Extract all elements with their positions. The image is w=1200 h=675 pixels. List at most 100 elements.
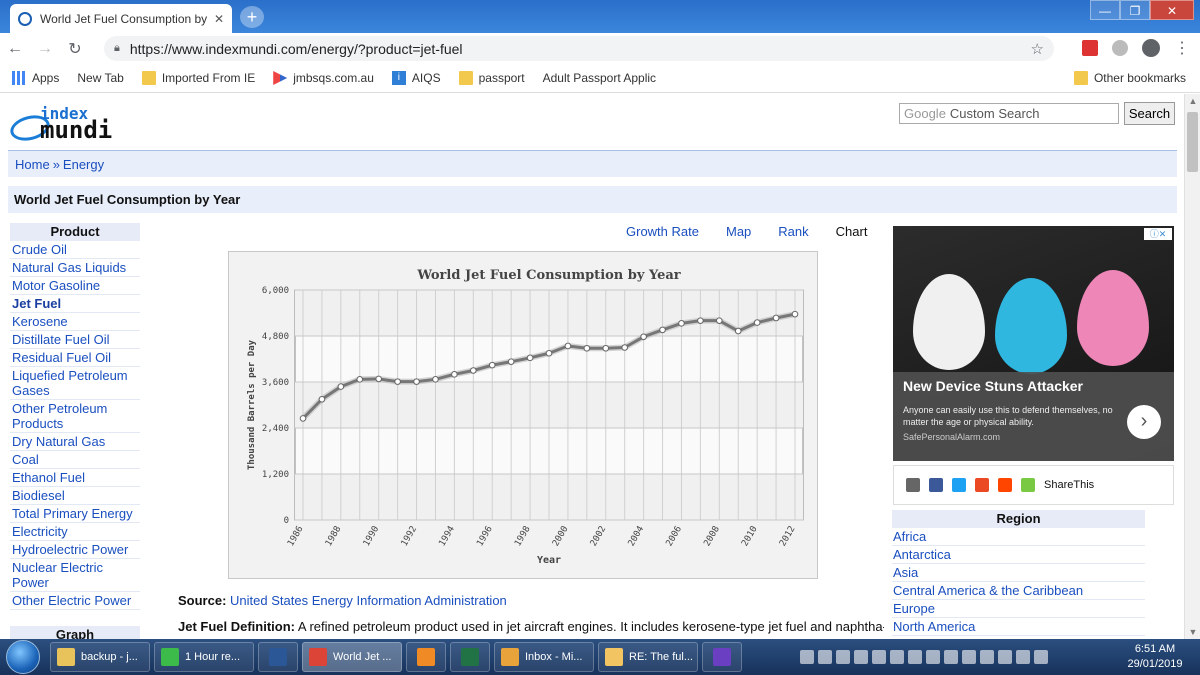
tray-icon[interactable] xyxy=(926,650,940,664)
region-item-antarctica[interactable]: Antarctica xyxy=(892,546,1145,564)
page-scrollbar[interactable]: ▲ ▼ xyxy=(1184,94,1200,639)
region-item-africa[interactable]: Africa xyxy=(892,528,1145,546)
forward-arrow-icon[interactable]: → xyxy=(30,40,60,58)
browser-tab[interactable]: World Jet Fuel Consumption by Y ✕ xyxy=(10,4,232,33)
sidebar-item-residual-fuel-oil[interactable]: Residual Fuel Oil xyxy=(10,349,140,367)
sharethis-label[interactable]: ShareThis xyxy=(1044,479,1094,491)
more-menu-icon[interactable]: ⋮ xyxy=(1174,38,1190,58)
tab-growth-rate[interactable]: Growth Rate xyxy=(626,224,699,239)
taskbar-app-media-player[interactable] xyxy=(406,642,446,672)
taskbar-app-outlook[interactable]: Inbox - Mi... xyxy=(494,642,594,672)
scroll-down-arrow-icon[interactable]: ▼ xyxy=(1185,625,1200,639)
region-item-central-america-the-caribbean[interactable]: Central America & the Caribbean xyxy=(892,582,1145,600)
region-item-asia[interactable]: Asia xyxy=(892,564,1145,582)
address-bar[interactable]: 🔒︎ https://www.indexmundi.com/energy/?pr… xyxy=(104,36,1054,61)
reddit-icon[interactable] xyxy=(998,478,1012,492)
tray-icon[interactable] xyxy=(818,650,832,664)
taskbar-app-mail[interactable]: RE: The ful... xyxy=(598,642,698,672)
maximize-button[interactable]: ❐ xyxy=(1120,0,1150,20)
start-button[interactable] xyxy=(6,640,40,674)
bookmark-apps[interactable]: Apps xyxy=(12,71,59,85)
bookmark-aiqs[interactable]: i AIQS xyxy=(391,71,441,85)
network-icon[interactable] xyxy=(998,650,1012,664)
adchoices-icon[interactable]: ⓘ✕ xyxy=(1144,228,1172,240)
taskbar-app-folder[interactable]: backup - j... xyxy=(50,642,150,672)
sidebar-item-nuclear-electric-power[interactable]: Nuclear Electric Power xyxy=(10,559,140,592)
close-window-button[interactable]: ✕ xyxy=(1150,0,1194,20)
tab-close-icon[interactable]: ✕ xyxy=(214,12,224,26)
sharethis-icon[interactable] xyxy=(1021,478,1035,492)
indexmundi-logo[interactable]: index mundi xyxy=(7,102,160,145)
account-icon[interactable] xyxy=(1142,39,1160,57)
tray-icon[interactable] xyxy=(890,650,904,664)
lock-icon[interactable]: 🔒︎ xyxy=(114,42,120,55)
taskbar-app-green-app[interactable]: 1 Hour re... xyxy=(154,642,254,672)
search-button[interactable]: Search xyxy=(1124,102,1175,125)
sidebar-item-other-petroleum-products[interactable]: Other Petroleum Products xyxy=(10,400,140,433)
breadcrumb-energy[interactable]: Energy xyxy=(63,157,104,172)
taskbar-clock[interactable]: 6:51 AM 29/01/2019 xyxy=(1118,642,1192,672)
other-bookmarks[interactable]: Other bookmarks xyxy=(1073,71,1186,85)
volume-icon[interactable] xyxy=(1016,650,1030,664)
region-item-europe[interactable]: Europe xyxy=(892,600,1145,618)
url-text[interactable]: https://www.indexmundi.com/energy/?produ… xyxy=(130,41,1031,57)
tray-icon[interactable] xyxy=(800,650,814,664)
sidebar-item-hydroelectric-power[interactable]: Hydroelectric Power xyxy=(10,541,140,559)
region-item-north-america[interactable]: North America xyxy=(892,618,1145,636)
word-icon xyxy=(269,648,287,666)
bookmark-jmbsqs[interactable]: jmbsqs.com.au xyxy=(273,71,374,85)
tray-icon[interactable] xyxy=(908,650,922,664)
tray-icon[interactable] xyxy=(962,650,976,664)
taskbar-app-chrome[interactable]: World Jet ... xyxy=(302,642,402,672)
bookmark-imported-from-ie[interactable]: Imported From IE xyxy=(141,71,255,85)
display-icon[interactable] xyxy=(1034,650,1048,664)
sidebar-item-biodiesel[interactable]: Biodiesel xyxy=(10,487,140,505)
breadcrumb-home[interactable]: Home xyxy=(15,157,50,172)
taskbar-app-word[interactable] xyxy=(258,642,298,672)
tab-map[interactable]: Map xyxy=(726,224,751,239)
taskbar-app-excel[interactable] xyxy=(450,642,490,672)
back-arrow-icon[interactable]: ← xyxy=(0,40,30,58)
reload-icon[interactable]: ↻ xyxy=(60,39,90,59)
scroll-up-arrow-icon[interactable]: ▲ xyxy=(1185,94,1200,108)
sidebar-item-jet-fuel[interactable]: Jet Fuel xyxy=(10,295,140,313)
bookmark-passport[interactable]: passport xyxy=(458,71,525,85)
twitter-icon[interactable] xyxy=(952,478,966,492)
sidebar-item-natural-gas-liquids[interactable]: Natural Gas Liquids xyxy=(10,259,140,277)
sidebar-item-dry-natural-gas[interactable]: Dry Natural Gas xyxy=(10,433,140,451)
pdf-extension-icon[interactable] xyxy=(1082,40,1098,56)
sidebar-item-distillate-fuel-oil[interactable]: Distillate Fuel Oil xyxy=(10,331,140,349)
advertisement[interactable]: ⓘ✕ New Device Stuns Attacker Anyone can … xyxy=(893,226,1174,461)
email-icon[interactable] xyxy=(906,478,920,492)
sidebar-item-ethanol-fuel[interactable]: Ethanol Fuel xyxy=(10,469,140,487)
taskbar-app-ar[interactable] xyxy=(702,642,742,672)
stumbleupon-icon[interactable] xyxy=(975,478,989,492)
bookmark-new-tab[interactable]: New Tab xyxy=(0,71,124,675)
tab-rank[interactable]: Rank xyxy=(778,224,808,239)
sidebar-item-electricity[interactable]: Electricity xyxy=(10,523,140,541)
tray-icon[interactable] xyxy=(836,650,850,664)
sidebar-item-motor-gasoline[interactable]: Motor Gasoline xyxy=(10,277,140,295)
custom-search-input[interactable]: Google Custom Search xyxy=(899,103,1119,124)
sidebar-item-total-primary-energy[interactable]: Total Primary Energy xyxy=(10,505,140,523)
sidebar-item-liquefied-petroleum-gases[interactable]: Liquefied Petroleum Gases xyxy=(10,367,140,400)
bookmark-star-icon[interactable]: ☆ xyxy=(1031,40,1044,58)
source-link[interactable]: United States Energy Information Adminis… xyxy=(230,593,507,608)
extension-icon[interactable] xyxy=(1112,40,1128,56)
facebook-icon[interactable] xyxy=(929,478,943,492)
minimize-button[interactable]: — xyxy=(1090,0,1120,20)
new-tab-button[interactable]: + xyxy=(240,6,264,28)
bookmark-adult-passport[interactable]: Adult Passport Applic xyxy=(0,71,656,675)
flag-icon[interactable] xyxy=(980,650,994,664)
sidebar-item-crude-oil[interactable]: Crude Oil xyxy=(10,241,140,259)
scroll-thumb[interactable] xyxy=(1187,112,1198,172)
tray-icon[interactable] xyxy=(944,650,958,664)
tray-icon[interactable] xyxy=(872,650,886,664)
ad-next-arrow-icon[interactable]: › xyxy=(1127,405,1161,439)
sidebar-item-kerosene[interactable]: Kerosene xyxy=(10,313,140,331)
tray-icon[interactable] xyxy=(854,650,868,664)
sidebar-item-coal[interactable]: Coal xyxy=(10,451,140,469)
ad-title[interactable]: New Device Stuns Attacker xyxy=(903,378,1083,394)
sidebar-item-other-electric-power[interactable]: Other Electric Power xyxy=(10,592,140,610)
tab-chart[interactable]: Chart xyxy=(836,224,868,239)
